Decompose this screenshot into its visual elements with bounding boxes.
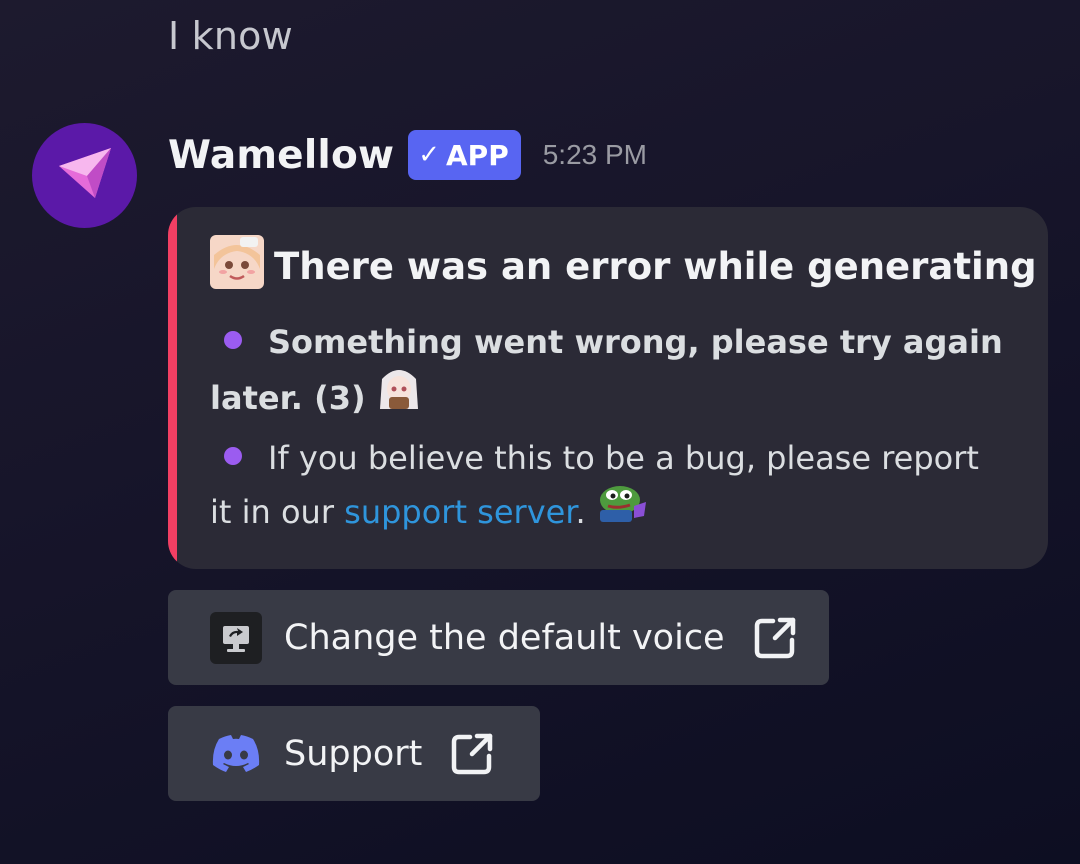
bullet-icon xyxy=(224,331,242,349)
bullet-icon xyxy=(224,447,242,465)
support-button[interactable]: Support xyxy=(168,706,540,801)
external-link-icon xyxy=(448,730,496,778)
embed-title-text: There was an error while generating xyxy=(274,245,1037,288)
embed-accent-bar xyxy=(168,207,177,569)
discord-icon xyxy=(210,728,262,780)
embed-line-1: Something went wrong, please try again l… xyxy=(210,315,1010,431)
anime-girl-emoji xyxy=(210,235,264,298)
error-message-text: Something went wrong, please try again l… xyxy=(210,323,1003,417)
app-badge-label: APP xyxy=(446,138,509,172)
embed-title: There was an error while generating xyxy=(210,235,1037,298)
bug-report-text: If you believe this to be a bug, please … xyxy=(210,439,979,531)
app-badge: ✓ APP xyxy=(408,130,521,180)
checkmark-icon: ✓ xyxy=(418,140,440,170)
embed-line-2: If you believe this to be a bug, please … xyxy=(210,431,1010,542)
message-header: Wamellow ✓ APP 5:23 PM xyxy=(168,126,647,184)
change-voice-label: Change the default voice xyxy=(284,617,725,658)
message-timestamp[interactable]: 5:23 PM xyxy=(543,139,647,171)
support-label: Support xyxy=(284,733,423,774)
paper-plane-icon xyxy=(58,147,111,198)
change-voice-button[interactable]: Change the default voice xyxy=(168,590,829,685)
external-link-icon xyxy=(751,614,799,662)
embed-description: Something went wrong, please try again l… xyxy=(210,315,1010,542)
author-name[interactable]: Wamellow xyxy=(168,133,394,178)
anime-girl-emoji xyxy=(376,365,422,427)
support-server-link[interactable]: support server xyxy=(344,493,575,531)
previous-message-text: I know xyxy=(168,14,293,58)
bug-report-suffix: . xyxy=(575,493,586,531)
pepe-frog-emoji xyxy=(596,482,648,538)
monitor-refresh-icon xyxy=(210,611,262,664)
error-embed: There was an error while generating Some… xyxy=(168,207,1048,569)
author-avatar[interactable] xyxy=(32,123,137,228)
